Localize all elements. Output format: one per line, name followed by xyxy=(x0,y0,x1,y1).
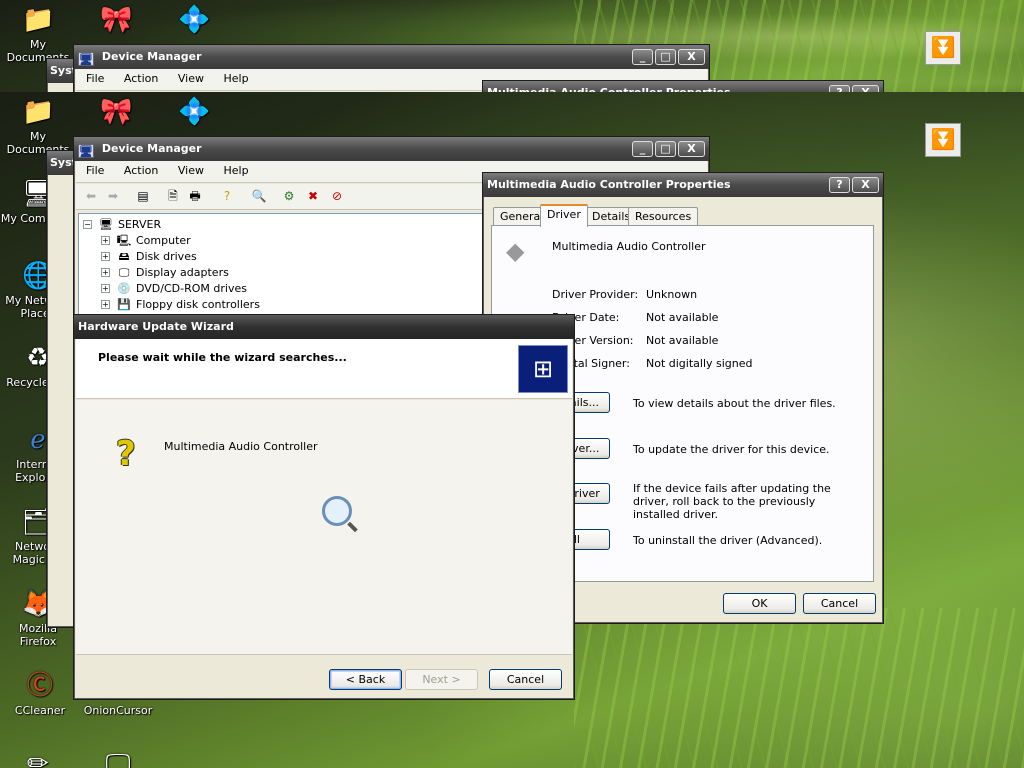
back-button[interactable]: < Back xyxy=(329,669,402,690)
expand-toggle[interactable]: + xyxy=(101,284,110,293)
disk-drive-icon: 🖴 xyxy=(118,250,130,263)
menu-action[interactable]: Action xyxy=(118,69,164,89)
expand-toggle[interactable]: + xyxy=(101,268,110,277)
cancel-button[interactable]: Cancel xyxy=(803,593,876,614)
monitor-icon: 🖵 xyxy=(105,749,131,768)
scan-hardware-icon[interactable]: 🔍 xyxy=(250,188,268,204)
sitecopy-icon: 💠 xyxy=(178,97,211,127)
expand-toggle[interactable]: + xyxy=(101,236,110,245)
help-button[interactable]: ? xyxy=(829,177,850,193)
wizard-body: ? Multimedia Audio Controller xyxy=(76,400,572,654)
desktop-top-strip: 📁 My Documents 🎀 💠 ⏬ Syst 🖥 Device Manag… xyxy=(0,0,1024,92)
roll-back-description: If the device fails after updating the d… xyxy=(633,482,831,521)
tab-resources[interactable]: Resources xyxy=(628,207,699,226)
close-button[interactable]: X xyxy=(678,49,705,65)
computer-icon: 🖳 xyxy=(116,234,132,247)
digital-signer-value: Not digitally signed xyxy=(646,357,753,370)
next-button[interactable]: Next > xyxy=(405,669,478,690)
cdrom-icon: 💿 xyxy=(117,282,131,295)
help-button[interactable]: ? xyxy=(829,85,850,92)
close-button[interactable]: X xyxy=(678,141,705,157)
unknown-device-question-icon: ? xyxy=(116,434,136,474)
print-icon[interactable]: 🖶 xyxy=(186,188,204,204)
menu-help[interactable]: Help xyxy=(217,69,254,89)
minimize-button[interactable]: _ xyxy=(632,141,653,157)
maximize-button[interactable]: □ xyxy=(655,141,676,157)
menu-action[interactable]: Action xyxy=(118,161,164,181)
update-driver-icon[interactable]: ⚙ xyxy=(280,188,298,204)
desktop-icon-my-documents[interactable]: 📁 My Documents xyxy=(0,96,76,156)
driver-provider-value: Unknown xyxy=(646,288,698,301)
menu-help[interactable]: Help xyxy=(217,161,254,181)
floppy-icon: 💾 xyxy=(117,298,131,311)
collapse-toggle[interactable]: − xyxy=(83,220,92,229)
display-adapter-icon: 🖵 xyxy=(118,266,130,279)
ok-button[interactable]: OK xyxy=(723,593,796,614)
desktop-icon-ccleaner[interactable]: Ⓒ CCleaner xyxy=(2,670,78,717)
update-driver-description: To update the driver for this device. xyxy=(633,443,830,456)
properties-icon[interactable]: 🗎 xyxy=(164,188,182,204)
menu-view[interactable]: View xyxy=(172,161,210,181)
desktop-icon-my-documents[interactable]: 📁 My Documents xyxy=(0,4,76,64)
folder-icon: 📁 xyxy=(22,5,55,35)
tree-item[interactable]: + 🖵 Display adapters xyxy=(101,265,229,281)
wizard-header: Please wait while the wizard searches...… xyxy=(76,339,572,399)
device-name: Multimedia Audio Controller xyxy=(552,240,706,253)
desktop-icon-bottom-1[interactable]: ✏ xyxy=(0,748,76,768)
desktop-icon-bottom-2[interactable]: 🖵 xyxy=(80,748,156,768)
tree-item[interactable]: + 💿 DVD/CD-ROM drives xyxy=(101,281,247,297)
desktop-icon-app-1[interactable]: 🎀 xyxy=(78,96,154,130)
device-manager-icon: 🖥 xyxy=(78,144,94,158)
uninstall-description: To uninstall the driver (Advanced). xyxy=(633,534,823,547)
maximize-button[interactable]: □ xyxy=(655,49,676,65)
collapse-tray-button[interactable]: ⏬ xyxy=(925,31,961,65)
expand-toggle[interactable]: + xyxy=(101,300,110,309)
desktop-icon-app-2[interactable]: 💠 xyxy=(156,96,232,130)
unknown-device-icon: ◆ xyxy=(506,237,525,265)
driver-details-description: To view details about the driver files. xyxy=(633,397,836,410)
wizard-heading: Please wait while the wizard searches... xyxy=(98,351,347,364)
hardware-update-wizard: Hardware Update Wizard Please wait while… xyxy=(73,314,575,700)
mascot-icon: 🎀 xyxy=(100,97,133,127)
device-manager-icon: 🖥 xyxy=(78,52,94,66)
desktop-icon-app-1[interactable]: 🎀 xyxy=(78,4,154,38)
desktop-icon-app-2[interactable]: 💠 xyxy=(156,4,232,38)
tree-root[interactable]: − 🖥 SERVER xyxy=(83,217,161,233)
collapse-tray-button[interactable]: ⏬ xyxy=(925,123,961,157)
help-icon[interactable]: ? xyxy=(218,188,236,204)
disable-icon[interactable]: ⊘ xyxy=(328,188,346,204)
close-button[interactable]: X xyxy=(852,85,879,92)
pencil-icon: ✏ xyxy=(27,749,49,768)
minimize-button[interactable]: _ xyxy=(632,49,653,65)
wizard-device-name: Multimedia Audio Controller xyxy=(164,440,318,453)
computer-icon: 🖥 xyxy=(99,218,113,231)
driver-version-value: Not available xyxy=(646,334,719,347)
uninstall-icon[interactable]: ✖ xyxy=(304,188,322,204)
tab-driver[interactable]: Driver xyxy=(540,204,588,227)
desktop: 📁 My Documents 🎀 💠 🖥 My Computer 🌐 My Ne… xyxy=(0,92,1024,768)
close-button[interactable]: X xyxy=(852,177,879,193)
forward-arrow-icon[interactable]: ➡ xyxy=(104,188,122,204)
ccleaner-icon: Ⓒ xyxy=(26,671,53,701)
tree-item[interactable]: + 🖴 Disk drives xyxy=(101,249,197,265)
driver-provider-label: Driver Provider: xyxy=(552,288,639,301)
mascot-icon: 🎀 xyxy=(100,5,133,35)
menu-view[interactable]: View xyxy=(172,69,210,89)
menu-file[interactable]: File xyxy=(80,161,110,181)
tree-item[interactable]: + 💾 Floppy disk controllers xyxy=(101,297,260,313)
show-hide-tree-icon[interactable]: ▤ xyxy=(134,188,152,204)
expand-toggle[interactable]: + xyxy=(101,252,110,261)
driver-date-value: Not available xyxy=(646,311,719,324)
sitecopy-icon: 💠 xyxy=(178,5,211,35)
properties-window-top: Multimedia Audio Controller Properties ?… xyxy=(482,80,884,92)
back-arrow-icon[interactable]: ⬅ xyxy=(82,188,100,204)
tree-item[interactable]: + 🖳 Computer xyxy=(101,233,191,249)
wizard-footer: < Back Next > Cancel xyxy=(76,654,572,697)
searching-magnifier-icon xyxy=(322,496,352,526)
hardware-wizard-logo-icon: ⊞ xyxy=(518,345,568,393)
menu-file[interactable]: File xyxy=(80,69,110,89)
folder-icon: 📁 xyxy=(22,97,55,127)
wizard-cancel-button[interactable]: Cancel xyxy=(489,669,562,690)
